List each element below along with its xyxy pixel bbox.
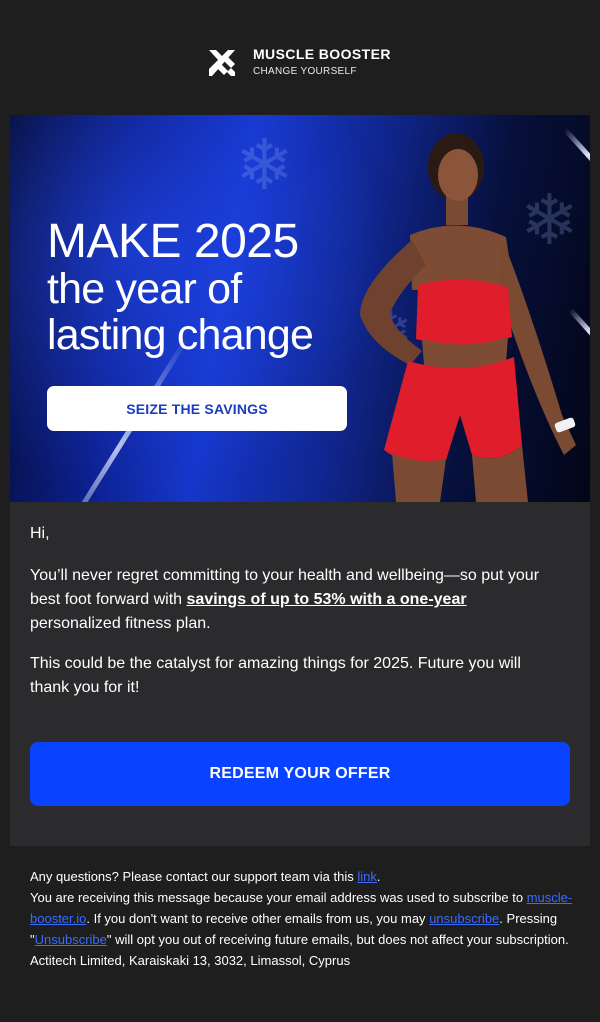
hero-headline-line1: MAKE 2025: [47, 215, 299, 268]
email-footer: Any questions? Please contact our suppor…: [30, 866, 575, 971]
hero-banner[interactable]: ❄ ❄ ❄ MAKE 2025 the year of lasting chan…: [10, 115, 590, 502]
support-link[interactable]: link: [357, 869, 377, 884]
intro-text-end: personalized fitness plan.: [30, 615, 211, 632]
intro-paragraph: You’ll never regret committing to your h…: [30, 564, 560, 636]
company-address: Actitech Limited, Karaiskaki 13, 3032, L…: [30, 953, 351, 968]
brand-name: MUSCLE BOOSTER: [253, 46, 391, 62]
unsubscribe-link[interactable]: unsubscribe: [429, 911, 499, 926]
greeting: Hi,: [30, 525, 50, 542]
catalyst-paragraph: This could be the catalyst for amazing t…: [30, 655, 521, 696]
savings-highlight-link[interactable]: savings of up to 53% with a one-year: [187, 591, 467, 608]
brand-tagline: CHANGE YOURSELF: [253, 66, 357, 77]
email-body-card: Hi, You’ll never regret committing to yo…: [10, 502, 590, 846]
support-line: Any questions? Please contact our suppor…: [30, 866, 575, 887]
subscription-text-end: " will opt you out of receiving future e…: [106, 932, 569, 947]
seize-savings-button[interactable]: SEIZE THE SAVINGS: [47, 386, 347, 431]
redeem-offer-button[interactable]: REDEEM YOUR OFFER: [30, 742, 570, 806]
brand[interactable]: MUSCLE BOOSTER CHANGE YOURSELF: [207, 46, 391, 79]
subscription-text: You are receiving this message because y…: [30, 890, 527, 905]
subscription-text-mid: . If you don't want to receive other ema…: [86, 911, 430, 926]
unsubscribe-link-quoted[interactable]: Unsubscribe: [35, 932, 107, 947]
email-header: MUSCLE BOOSTER CHANGE YOURSELF: [0, 0, 600, 115]
subscription-notice: You are receiving this message because y…: [30, 887, 575, 950]
support-text-end: .: [376, 869, 381, 884]
snowflake-icon: ❄: [235, 126, 294, 204]
hero-headline-line2: the year of: [47, 265, 242, 313]
hero-headline: MAKE 2025 the year of lasting change: [47, 215, 367, 359]
support-text: Any questions? Please contact our suppor…: [30, 869, 358, 884]
muscle-booster-logo-icon: [209, 49, 235, 76]
hero-headline-line3: lasting change: [47, 311, 314, 359]
